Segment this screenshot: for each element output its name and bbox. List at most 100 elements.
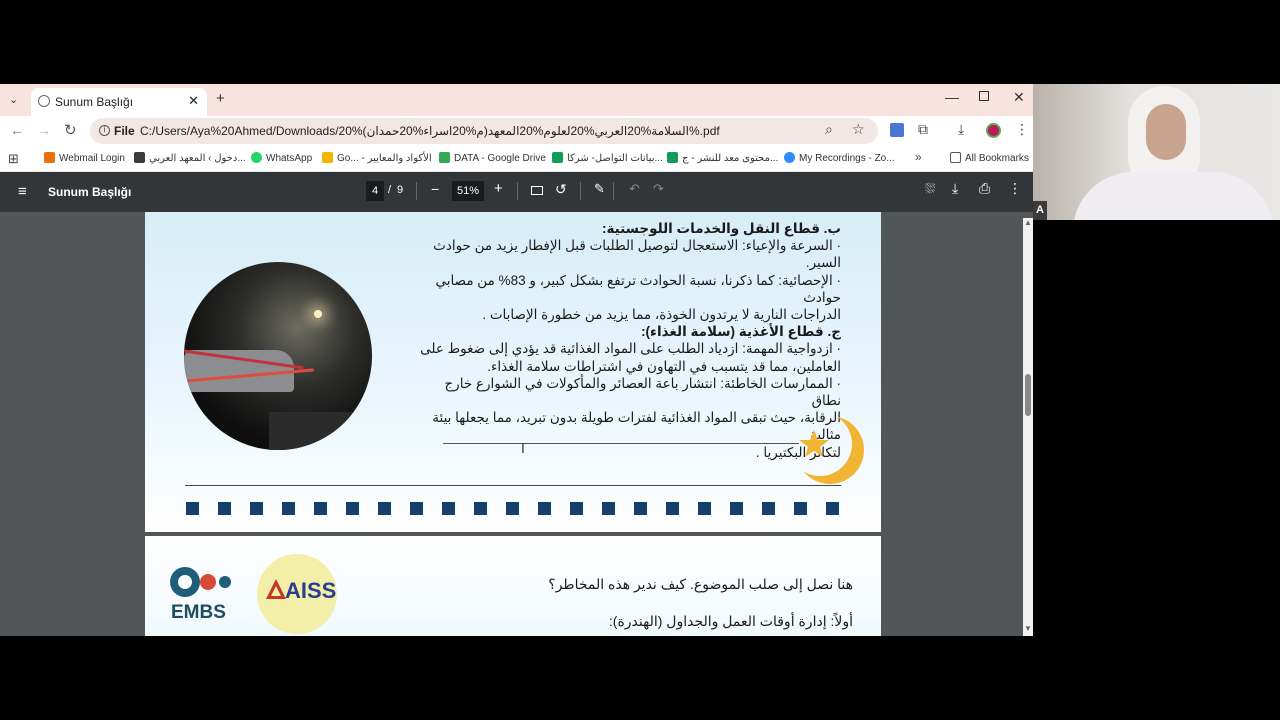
decor-square bbox=[634, 502, 647, 515]
bookmark-codes[interactable]: Go... - الأكواد والمعايير bbox=[322, 152, 432, 164]
redo-icon[interactable]: ↷ bbox=[653, 181, 664, 197]
embs-logo-text: EMBS bbox=[171, 602, 226, 623]
zoom-lens-icon[interactable]: ⌕ bbox=[825, 121, 833, 138]
bookmark-content[interactable]: محتوى معد للنشر - ج... bbox=[667, 152, 778, 164]
forward-arrow-icon[interactable]: → bbox=[37, 122, 51, 138]
tab-active[interactable]: Sunum Başlığı ✕ bbox=[31, 88, 207, 116]
bookmark-zoom[interactable]: My Recordings - Zo... bbox=[784, 152, 895, 164]
bookmark-institute[interactable]: دخول › المعهد العربي... bbox=[134, 152, 246, 164]
bookmark-star-icon[interactable]: ☆ bbox=[852, 121, 865, 138]
sheets-icon bbox=[667, 152, 678, 163]
annotate-icon[interactable]: ✎ bbox=[594, 181, 605, 197]
toolbar-divider bbox=[580, 182, 581, 200]
bookmark-drive[interactable]: DATA - Google Drive bbox=[439, 152, 546, 164]
pdf-page: ب. قطاع النقل والخدمات اللوجستية: · السر… bbox=[145, 212, 881, 532]
scroll-up-arrow-icon[interactable]: ▲ bbox=[1024, 218, 1032, 227]
restore-button[interactable] bbox=[979, 91, 989, 101]
decor-square bbox=[570, 502, 583, 515]
translate-icon[interactable] bbox=[890, 123, 904, 137]
more-bookmarks-icon[interactable]: » bbox=[915, 150, 922, 164]
rotate-icon[interactable]: ↺ bbox=[555, 181, 567, 198]
zoom-level-input[interactable]: 51% bbox=[452, 181, 484, 201]
decor-square bbox=[762, 502, 775, 515]
back-arrow-icon[interactable]: ← bbox=[10, 122, 24, 138]
decor-square bbox=[314, 502, 327, 515]
decor-square bbox=[186, 502, 199, 515]
zoom-icon bbox=[784, 152, 795, 163]
decor-square bbox=[730, 502, 743, 515]
aiss-logo-text: AISS bbox=[285, 578, 337, 603]
decor-square bbox=[666, 502, 679, 515]
all-bookmarks[interactable]: All Bookmarks bbox=[950, 152, 1029, 164]
bookmark-whatsapp[interactable]: WhatsApp bbox=[251, 152, 312, 164]
sheets-icon bbox=[552, 152, 563, 163]
download-pdf-icon[interactable]: ⤓ bbox=[952, 180, 958, 197]
decor-square bbox=[474, 502, 487, 515]
whatsapp-icon bbox=[251, 152, 262, 163]
drive-save-icon[interactable]: ⛆ bbox=[925, 181, 935, 197]
bookmarks-bar: ⊞ Webmail Login دخول › المعهد العربي... … bbox=[0, 146, 1033, 172]
webcam-overlay: A bbox=[1033, 84, 1280, 220]
embs-logo bbox=[170, 567, 231, 597]
page-total: 9 bbox=[397, 184, 404, 196]
drive-icon bbox=[322, 152, 333, 163]
browser-window: ⌄ Sunum Başlığı ✕ + — ✕ ← → ↻ i File C:/… bbox=[0, 84, 1033, 636]
close-tab-icon[interactable]: ✕ bbox=[188, 93, 199, 109]
drive-icon bbox=[439, 152, 450, 163]
text-cursor-icon: Ⅰ bbox=[521, 441, 525, 456]
browser-toolbar: ← → ↻ i File C:/Users/Aya%20Ahmed/Downlo… bbox=[0, 116, 1033, 146]
person-shoulders bbox=[1073, 172, 1273, 220]
extensions-icon[interactable]: ⧉ bbox=[918, 121, 928, 138]
page-separator: / bbox=[388, 184, 392, 196]
decor-square bbox=[602, 502, 615, 515]
download-icon[interactable]: ⤓ bbox=[958, 121, 964, 138]
bookmark-favicon-icon bbox=[44, 152, 55, 163]
new-tab-button[interactable]: + bbox=[216, 90, 225, 107]
decor-square bbox=[218, 502, 231, 515]
globe-icon bbox=[38, 95, 50, 107]
decor-square bbox=[250, 502, 263, 515]
close-window-button[interactable]: ✕ bbox=[1013, 89, 1025, 106]
url-text[interactable]: C:/Users/Aya%20Ahmed/Downloads/20%(م%20ا… bbox=[140, 124, 730, 138]
info-icon[interactable]: i bbox=[99, 125, 110, 136]
page-number-input[interactable]: 4 bbox=[366, 181, 384, 201]
scroll-down-arrow-icon[interactable]: ▼ bbox=[1024, 624, 1032, 633]
bookmark-webmail[interactable]: Webmail Login bbox=[44, 152, 125, 164]
minimize-button[interactable]: — bbox=[945, 89, 959, 105]
scrollbar-thumb[interactable] bbox=[1025, 374, 1031, 416]
print-icon[interactable]: ⎙ bbox=[979, 180, 990, 197]
address-bar[interactable]: i File C:/Users/Aya%20Ahmed/Downloads/20… bbox=[90, 118, 878, 144]
toolbar-divider bbox=[517, 182, 518, 200]
reload-icon[interactable]: ↻ bbox=[64, 121, 77, 139]
webcam-badge: A bbox=[1033, 201, 1047, 220]
hamburger-menu-icon[interactable]: ≡ bbox=[18, 183, 27, 200]
scheme-label: File bbox=[114, 124, 135, 138]
aiss-triangle-icon bbox=[266, 579, 286, 599]
page2-intro: هنا نصل إلى صلب الموضوع. كيف ندير هذه ال… bbox=[548, 576, 853, 592]
bookmark-contacts[interactable]: بيانات التواصل- شركا... bbox=[552, 152, 663, 164]
tab-title: Sunum Başlığı bbox=[55, 95, 134, 109]
pdf-page: EMBS AISS هنا نصل إلى صلب الموضوع. كيف ن… bbox=[145, 536, 881, 636]
menu-kebab-icon[interactable]: ⋮ bbox=[1015, 121, 1029, 138]
apps-grid-icon[interactable]: ⊞ bbox=[8, 151, 19, 167]
square-decoration-row bbox=[145, 212, 881, 532]
decor-square bbox=[282, 502, 295, 515]
tab-search-icon[interactable]: ⌄ bbox=[9, 93, 18, 106]
fit-page-icon[interactable] bbox=[531, 186, 543, 195]
zoom-out-icon[interactable]: − bbox=[431, 181, 439, 197]
pdf-title: Sunum Başlığı bbox=[48, 185, 132, 199]
decor-square bbox=[698, 502, 711, 515]
zoom-in-icon[interactable]: + bbox=[494, 180, 503, 197]
decor-square bbox=[506, 502, 519, 515]
profile-avatar[interactable] bbox=[986, 123, 1001, 138]
person-face bbox=[1146, 104, 1186, 160]
toolbar-divider bbox=[416, 182, 417, 200]
more-options-icon[interactable]: ⋮ bbox=[1008, 180, 1022, 197]
decor-square bbox=[538, 502, 551, 515]
bookmark-favicon-icon bbox=[134, 152, 145, 163]
undo-icon[interactable]: ↶ bbox=[629, 181, 640, 197]
decor-square bbox=[378, 502, 391, 515]
decor-square bbox=[346, 502, 359, 515]
pdf-viewport[interactable]: ب. قطاع النقل والخدمات اللوجستية: · السر… bbox=[0, 212, 1033, 636]
pdf-scrollbar[interactable]: ▲ ▼ bbox=[1023, 218, 1033, 636]
